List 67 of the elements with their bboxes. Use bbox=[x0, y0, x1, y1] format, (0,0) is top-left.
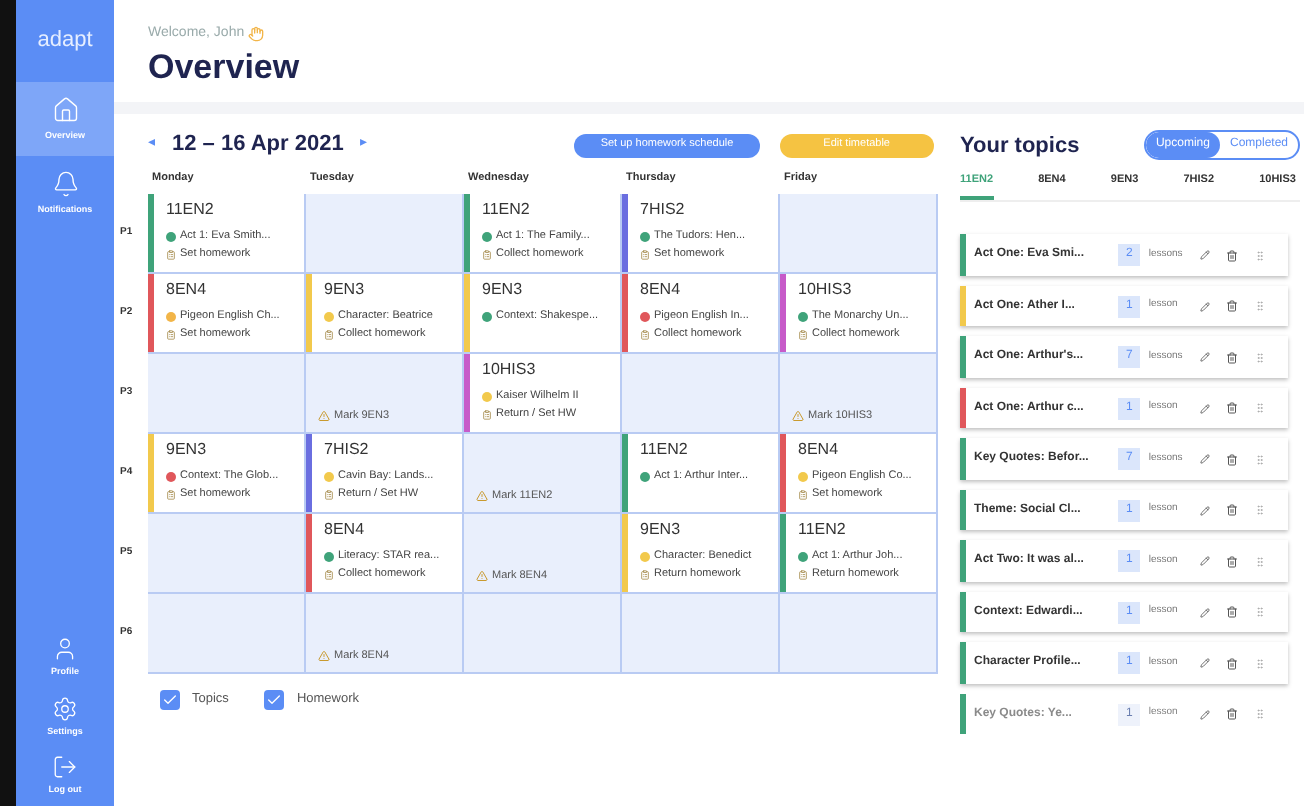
delete-icon[interactable] bbox=[1226, 708, 1239, 720]
clipboard-icon bbox=[324, 489, 334, 500]
class-name: 11EN2 bbox=[640, 437, 690, 460]
class-name: 10HIS3 bbox=[798, 277, 854, 300]
logo-text: adapt bbox=[35, 26, 95, 56]
delete-icon[interactable] bbox=[1226, 606, 1239, 618]
class-name: 11EN2 bbox=[166, 197, 216, 220]
delete-icon[interactable] bbox=[1226, 300, 1239, 312]
clipboard-icon bbox=[166, 489, 176, 500]
checkbox[interactable] bbox=[264, 689, 285, 710]
class-name: 8EN4 bbox=[166, 277, 209, 300]
clipboard-icon bbox=[640, 329, 650, 340]
edit-icon[interactable] bbox=[1200, 403, 1211, 413]
edit-icon[interactable] bbox=[1200, 454, 1211, 464]
page-title: Overview bbox=[148, 45, 302, 89]
edit-icon[interactable] bbox=[1200, 250, 1211, 260]
delete-icon[interactable] bbox=[1226, 555, 1239, 567]
delete-icon[interactable] bbox=[1226, 351, 1239, 363]
warning-icon bbox=[318, 649, 330, 662]
delete-icon[interactable] bbox=[1226, 504, 1239, 516]
checkbox[interactable] bbox=[160, 689, 180, 710]
clipboard-icon bbox=[798, 489, 808, 500]
hand-icon bbox=[248, 26, 265, 43]
warning-icon bbox=[476, 569, 488, 582]
class-name: 10HIS3 bbox=[482, 357, 538, 380]
class-name: 8EN4 bbox=[324, 517, 367, 540]
clipboard-icon bbox=[640, 249, 650, 260]
edit-icon[interactable] bbox=[1200, 352, 1211, 362]
clipboard-icon bbox=[798, 329, 808, 340]
edit-icon[interactable] bbox=[1200, 658, 1211, 668]
warning-icon bbox=[318, 409, 330, 422]
class-name: 7HIS2 bbox=[640, 197, 687, 220]
clipboard-icon bbox=[166, 329, 176, 340]
class-name: 11EN2 bbox=[482, 197, 532, 220]
class-name: 9EN3 bbox=[640, 517, 683, 540]
edit-icon[interactable] bbox=[1200, 709, 1211, 719]
topics-title: Your topics bbox=[960, 131, 1080, 161]
clipboard-icon bbox=[798, 569, 808, 580]
class-name: 7HIS2 bbox=[324, 437, 371, 460]
class-name: 8EN4 bbox=[798, 437, 841, 460]
settings-icon bbox=[52, 695, 78, 721]
delete-icon[interactable] bbox=[1226, 657, 1239, 669]
edit-icon[interactable] bbox=[1200, 505, 1211, 515]
class-name: 11EN2 bbox=[798, 517, 848, 540]
clipboard-icon bbox=[166, 249, 176, 260]
class-name: 9EN3 bbox=[482, 277, 525, 300]
clipboard-icon bbox=[640, 569, 650, 580]
bell-icon bbox=[51, 170, 79, 199]
week-range: 12 – 16 Apr 2021 bbox=[172, 130, 344, 161]
edit-icon[interactable] bbox=[1200, 556, 1211, 566]
delete-icon[interactable] bbox=[1226, 249, 1239, 261]
edit-icon[interactable] bbox=[1200, 301, 1211, 311]
clipboard-icon bbox=[324, 329, 334, 340]
class-name: 9EN3 bbox=[324, 277, 367, 300]
class-name: 8EN4 bbox=[640, 277, 683, 300]
clipboard-icon bbox=[324, 569, 334, 580]
warning-icon bbox=[476, 489, 488, 502]
class-name: 9EN3 bbox=[166, 437, 209, 460]
logout-icon bbox=[52, 754, 78, 781]
edit-icon[interactable] bbox=[1200, 607, 1211, 617]
delete-icon[interactable] bbox=[1226, 453, 1239, 465]
delete-icon[interactable] bbox=[1226, 402, 1239, 414]
clipboard-icon bbox=[482, 409, 492, 420]
warning-icon bbox=[792, 409, 804, 422]
user-icon bbox=[52, 635, 78, 662]
clipboard-icon bbox=[482, 249, 492, 260]
home-icon bbox=[51, 95, 79, 123]
